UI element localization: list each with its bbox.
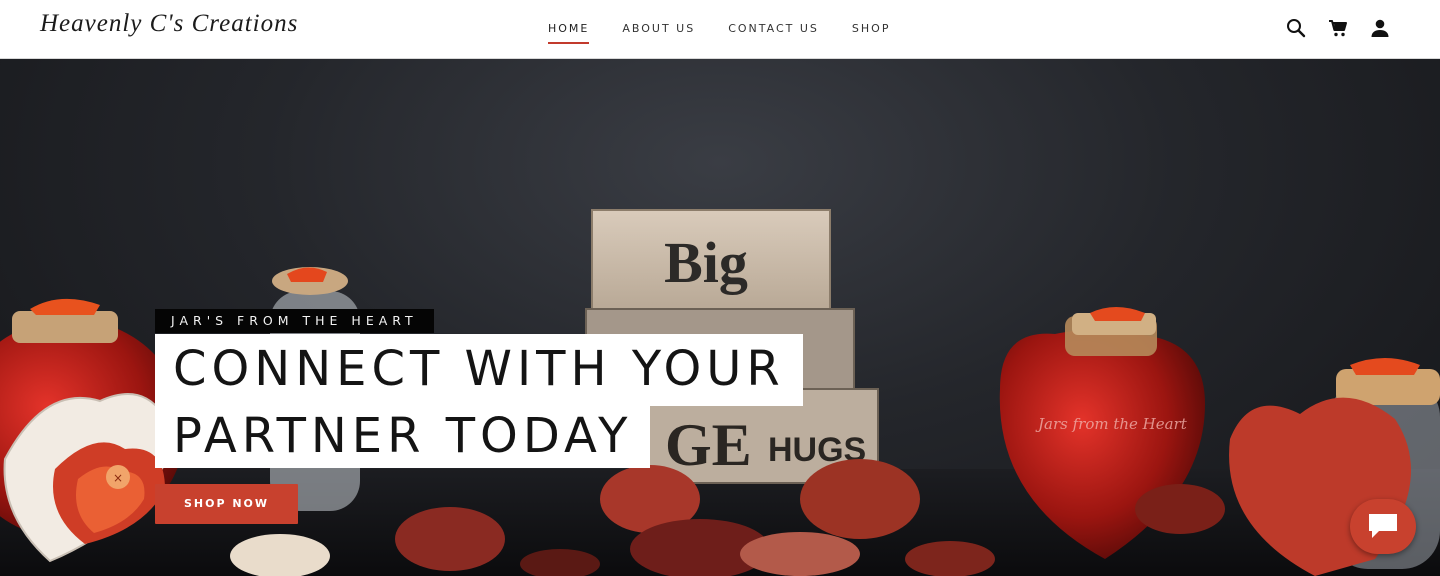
main-nav: HOME ABOUT US CONTACT US SHOP xyxy=(548,20,923,44)
hero-eyebrow: JAR'S FROM THE HEART xyxy=(155,309,434,333)
nav-item-home[interactable]: HOME xyxy=(548,20,590,44)
block-word-ge: GE xyxy=(665,412,752,478)
shop-now-button[interactable]: SHOP NOW xyxy=(155,484,298,524)
search-icon[interactable] xyxy=(1286,18,1306,38)
cart-icon[interactable] xyxy=(1328,18,1348,38)
hero-banner: Big & GE HUGS × Jars from the Heart xyxy=(0,59,1440,576)
chat-icon xyxy=(1369,514,1397,538)
header-actions xyxy=(1286,18,1390,38)
nav-item-contact-us[interactable]: CONTACT US xyxy=(728,20,819,44)
nav-item-about-us[interactable]: ABOUT US xyxy=(622,20,695,44)
chat-button[interactable] xyxy=(1350,499,1416,554)
account-icon[interactable] xyxy=(1370,18,1390,38)
hero-headline-line-1: CONNECT WITH YOUR xyxy=(155,334,803,406)
site-logo[interactable]: Heavenly C's Creations xyxy=(40,10,298,38)
block-word-big: Big xyxy=(664,230,748,295)
jar-writing: Jars from the Heart xyxy=(1035,415,1188,433)
nav-item-shop[interactable]: SHOP xyxy=(852,20,891,44)
svg-text:×: × xyxy=(113,471,123,485)
site-header: Heavenly C's Creations HOME ABOUT US CON… xyxy=(0,0,1440,59)
hero-headline-line-2: PARTNER TODAY xyxy=(155,404,651,468)
